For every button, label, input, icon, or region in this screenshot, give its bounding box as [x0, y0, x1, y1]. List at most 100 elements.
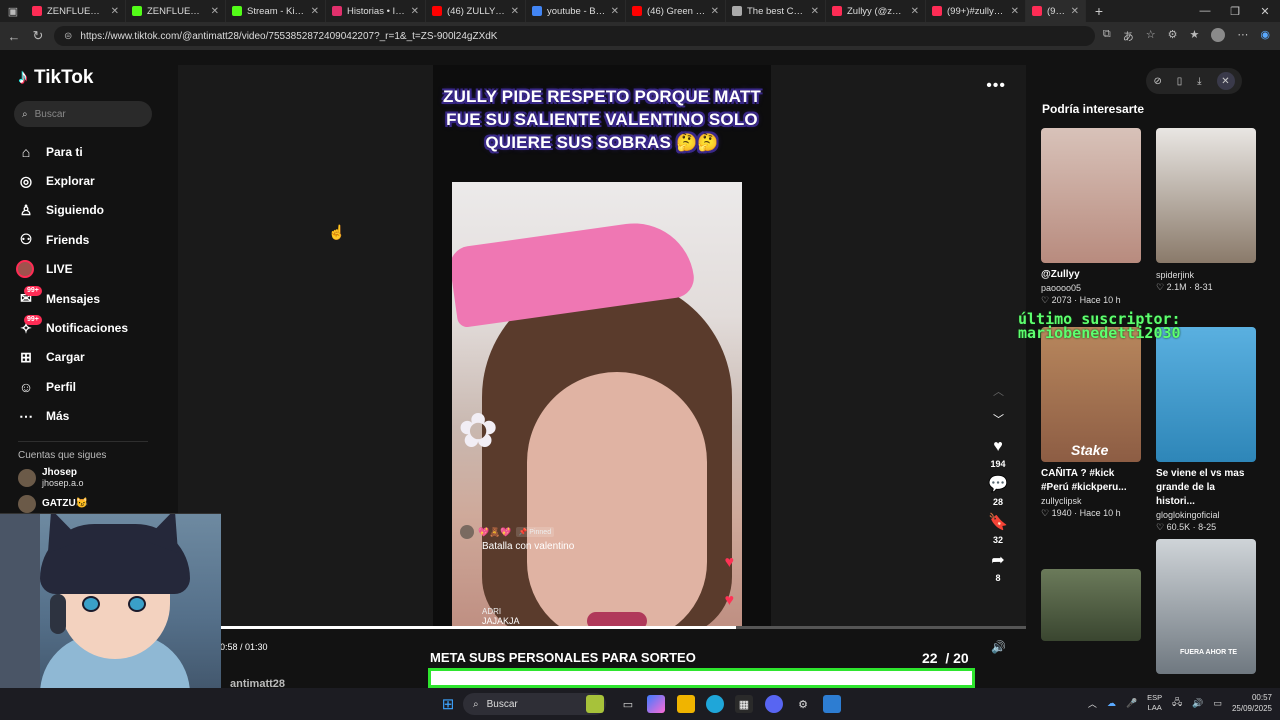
share-count: 8	[995, 573, 1001, 583]
following-account[interactable]: Jhosep jhosep.a.o	[18, 467, 154, 489]
discord-icon[interactable]	[765, 695, 783, 713]
close-window-icon[interactable]: ✕	[1250, 0, 1280, 22]
tiktok-logo[interactable]: ♪ TikTok	[18, 66, 154, 89]
copilot-taskbar-icon[interactable]	[647, 695, 665, 713]
language-indicator[interactable]: ESP LAA	[1147, 693, 1162, 713]
comment-button[interactable]: 💬 28	[988, 475, 1008, 507]
browser-tab[interactable]: (99+)#zully #par ✕	[926, 0, 1026, 22]
suggested-video-card[interactable]: @Zullyy paoooo05 ♡ 2073 · Hace 10 h	[1041, 128, 1141, 306]
sidebar-item-friends[interactable]: ⚇ Friends	[18, 225, 154, 254]
clock[interactable]: 00:57 25/09/2025	[1232, 692, 1272, 714]
maximize-icon[interactable]: ❐	[1220, 0, 1250, 22]
widget-icon[interactable]	[586, 695, 604, 713]
sidebar-item-cargar[interactable]: ⊞ Cargar	[18, 343, 154, 372]
network-icon[interactable]: 🖧	[1172, 695, 1182, 711]
save-button[interactable]: 🔖 32	[988, 513, 1008, 545]
share-button[interactable]: ➦ 8	[991, 551, 1004, 583]
sidebar-item-live[interactable]: LIVE	[16, 255, 154, 284]
window-menu-icon[interactable]: ▣	[0, 0, 26, 22]
translate-icon[interactable]: あ	[1123, 28, 1134, 44]
video-progress-bar[interactable]	[220, 626, 1026, 629]
suggested-video-card[interactable]: Stake CAÑITA ? #kick #Perú #kickperu... …	[1041, 327, 1141, 519]
tab-close-icon[interactable]: ✕	[1071, 6, 1079, 17]
bookmark-star-icon[interactable]: ☆	[1146, 28, 1156, 44]
file-explorer-icon[interactable]	[677, 695, 695, 713]
tab-close-icon[interactable]: ✕	[811, 6, 819, 17]
menu-dots-icon[interactable]: ⋯	[1237, 28, 1248, 44]
minimize-icon[interactable]: —	[1190, 0, 1220, 22]
search-icon: ⌕	[473, 698, 479, 710]
battery-icon[interactable]: ▭	[1213, 698, 1222, 709]
tab-close-icon[interactable]: ✕	[711, 6, 719, 17]
comment-count: 28	[992, 497, 1003, 507]
settings-icon[interactable]: ⚙	[794, 695, 812, 713]
suggested-video-card[interactable]: Se viene el vs mas grande de la histori.…	[1156, 327, 1256, 533]
edge-icon[interactable]	[706, 695, 724, 713]
back-icon[interactable]: ←	[6, 29, 22, 44]
tab-close-icon[interactable]: ✕	[111, 6, 119, 17]
browser-tab[interactable]: (46) ZULLY - Las ✕	[426, 0, 526, 22]
profile-avatar[interactable]	[1211, 28, 1226, 42]
browser-tab[interactable]: youtube - Búsqu ✕	[526, 0, 626, 22]
speaker-icon[interactable]: 🔊	[1192, 698, 1203, 709]
tab-close-icon[interactable]: ✕	[411, 6, 419, 17]
browser-tab[interactable]: Historias • Instag ✕	[326, 0, 426, 22]
close-panel-icon[interactable]: ✕	[1216, 72, 1235, 90]
onedrive-icon[interactable]: ☁	[1107, 698, 1116, 709]
favorites-icon[interactable]: ★	[1190, 28, 1200, 44]
account-name: Jhosep	[42, 466, 78, 478]
more-options-icon[interactable]: •••	[986, 77, 1006, 95]
microphone-icon[interactable]: 🎤	[1126, 698, 1137, 709]
browser-tab[interactable]: Stream - Kick De ✕	[226, 0, 326, 22]
open-in-app-icon[interactable]: ⧉	[1103, 28, 1111, 44]
device-icon[interactable]: ▯	[1177, 76, 1183, 87]
new-tab-button[interactable]: +	[1086, 0, 1112, 22]
avatar	[18, 494, 36, 513]
browser-tab[interactable]: (46) Green Partic ✕	[626, 0, 726, 22]
browser-tab[interactable]: ZENFLUENCER S ✕	[126, 0, 226, 22]
video-player[interactable]: ZULLY PIDE RESPETO PORQUE MATT FUE SU SA…	[433, 65, 771, 628]
suggested-video-card[interactable]: spiderjink ♡ 2.1M · 8-31	[1156, 128, 1256, 293]
tab-close-icon[interactable]: ✕	[311, 6, 319, 17]
tab-close-icon[interactable]: ✕	[611, 6, 619, 17]
copilot-icon[interactable]: ◉	[1260, 28, 1270, 44]
search-input[interactable]: ⌕ Buscar	[14, 101, 152, 127]
suggested-video-card[interactable]: FUERA AHOR TE	[1156, 539, 1256, 674]
tab-close-icon[interactable]: ✕	[211, 6, 219, 17]
download-icon[interactable]: ⤓	[1197, 76, 1201, 87]
sidebar-item-siguiendo[interactable]: ♙ Siguiendo	[18, 196, 154, 225]
browser-tab[interactable]: ZENFLUENCER (✕	[26, 0, 126, 22]
sidebar-item-parati[interactable]: ⌂ Para ti	[18, 137, 154, 166]
suggested-video-card[interactable]	[1041, 569, 1141, 641]
browser-tab[interactable]: (99+)@ ✕	[1026, 0, 1086, 22]
url-field[interactable]: ⊜ https://www.tiktok.com/@antimatt28/vid…	[54, 26, 1095, 46]
browser-tab[interactable]: Zullyy (@zullyy_ ✕	[826, 0, 926, 22]
task-view-icon[interactable]: ▭	[619, 695, 637, 713]
taskbar-search[interactable]: ⌕ Buscar	[463, 693, 606, 715]
video-thumbnail: FUERA AHOR TE	[1156, 539, 1256, 674]
extensions-icon[interactable]: ⚙	[1168, 28, 1178, 44]
tab-close-icon[interactable]: ✕	[1011, 6, 1019, 17]
previous-video-icon[interactable]: ︿	[993, 383, 1004, 399]
windows-start-icon[interactable]: ⊞	[439, 695, 457, 713]
autoscroll-icon[interactable]: ⊘	[1153, 76, 1161, 87]
store-icon[interactable]: ▦	[735, 695, 753, 713]
tab-close-icon[interactable]: ✕	[511, 6, 519, 17]
site-info-icon[interactable]: ⊜	[64, 31, 72, 42]
following-account[interactable]: GATZU😼	[18, 494, 154, 513]
thumbnail-caption: FUERA AHOR TE	[1180, 649, 1238, 656]
sidebar-item-explorar[interactable]: ◎ Explorar	[18, 166, 154, 195]
volume-icon[interactable]: 🔊	[991, 640, 1006, 654]
sidebar-item-perfil[interactable]: ☺ Perfil	[18, 372, 154, 401]
next-video-icon[interactable]: ﹀	[993, 411, 1004, 427]
sidebar-item-mensajes[interactable]: ✉ 99+ Mensajes	[18, 284, 154, 313]
sidebar-item-notificaciones[interactable]: ✧ 99+ Notificaciones	[18, 313, 154, 342]
browser-tab[interactable]: The best ChatBo ✕	[726, 0, 826, 22]
tab-close-icon[interactable]: ✕	[911, 6, 919, 17]
reload-icon[interactable]: ↻	[30, 28, 46, 44]
tray-chevron-icon[interactable]: ︿	[1088, 697, 1097, 710]
app-icon[interactable]	[823, 695, 841, 713]
sidebar-item-ms[interactable]: ⋯ Más	[18, 402, 154, 431]
divider	[18, 440, 148, 442]
like-button[interactable]: ♥ 194	[990, 437, 1005, 469]
